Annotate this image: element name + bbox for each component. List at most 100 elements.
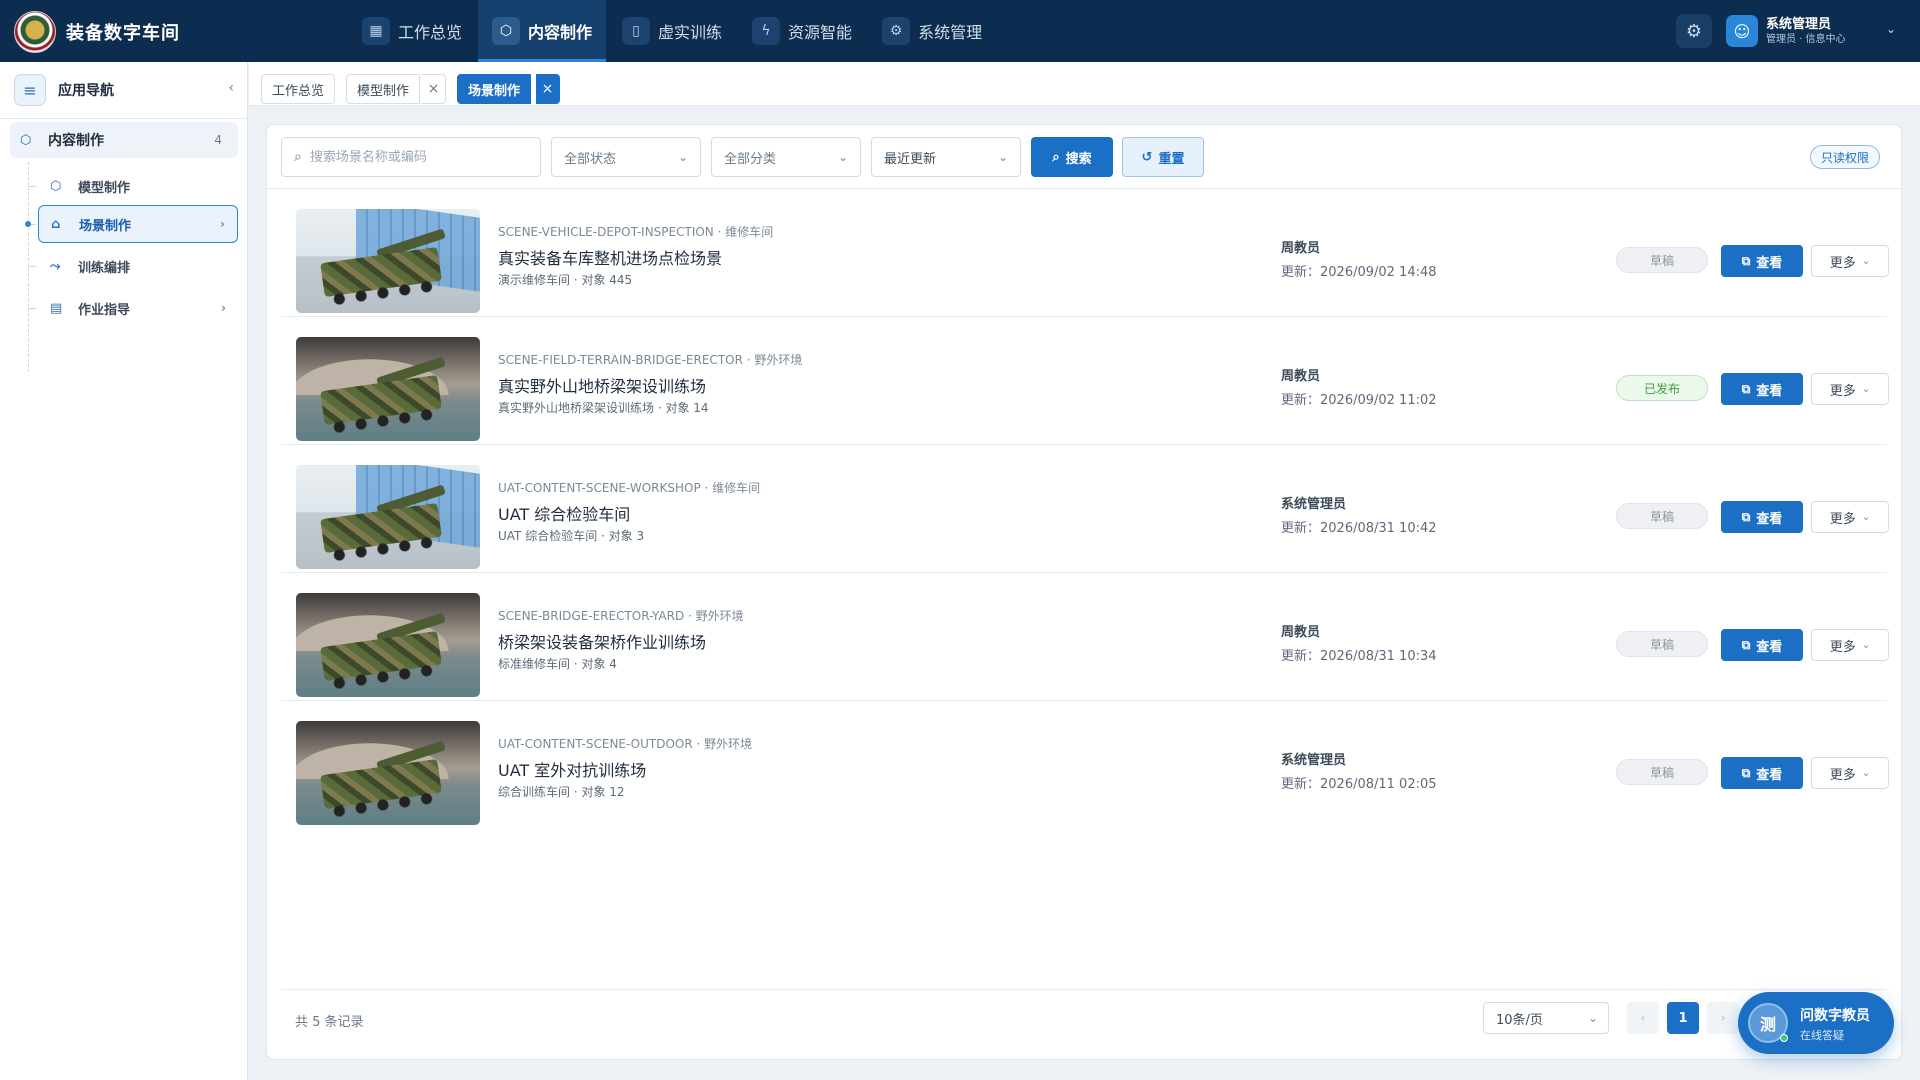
flow-icon: ⤳ (50, 258, 61, 274)
more-button[interactable]: 更多 ⌄ (1811, 373, 1889, 405)
chevron-down-icon: ⌄ (1861, 639, 1871, 651)
sidebar-item-scene-production[interactable]: ⌂ 场景制作 › (38, 205, 238, 243)
nav-overview[interactable]: ▦ 工作总览 (348, 0, 476, 62)
scene-thumbnail[interactable] (296, 337, 480, 441)
view-button[interactable]: ⧉ 查看 (1721, 373, 1803, 405)
chevron-down-icon: ⌄ (1861, 767, 1871, 779)
page-size-select[interactable]: 10条/页 ⌄ (1483, 1002, 1609, 1034)
nav-resource-intelligence[interactable]: ϟ 资源智能 (738, 0, 866, 62)
sidebar-title: 应用导航 (58, 83, 114, 99)
view-button-label: 查看 (1756, 255, 1783, 271)
home-icon: ⌂ (51, 216, 61, 232)
user-menu[interactable]: ☺ 系统管理员 管理员 · 信息中心 (1726, 12, 1846, 50)
settings-button[interactable]: ⚙ (1676, 14, 1712, 48)
chevron-down-icon: ⌄ (677, 150, 688, 164)
user-avatar-icon: ☺ (1726, 15, 1758, 47)
scene-title[interactable]: UAT 室外对抗训练场 (498, 757, 646, 781)
scene-thumbnail[interactable] (296, 209, 480, 313)
nav-virtual-training[interactable]: ▯ 虚实训练 (608, 0, 736, 62)
chevron-down-icon: ⌄ (1861, 255, 1871, 267)
sidebar-group-content-production[interactable]: ⬡ 内容制作 4 (10, 122, 238, 158)
more-button[interactable]: 更多 ⌄ (1811, 757, 1889, 789)
scene-thumbnail[interactable] (296, 593, 480, 697)
search-field[interactable] (309, 149, 520, 165)
status-badge: 草稿 (1616, 759, 1708, 785)
tab-label: 模型制作 (357, 83, 410, 99)
more-button-label: 更多 (1829, 767, 1856, 783)
sidebar-item-label: 模型制作 (78, 180, 131, 196)
search-icon: ⌕ (294, 149, 302, 165)
view-button-label: 查看 (1756, 511, 1783, 527)
online-status-icon (1780, 1034, 1788, 1042)
prev-page-button[interactable]: ‹ (1627, 1002, 1659, 1034)
table-row[interactable]: UAT-CONTENT-SCENE-WORKSHOP · 维修车间 UAT 综合… (281, 445, 1889, 573)
sidebar-item-work-guide[interactable]: ▤ 作业指导 › (38, 289, 238, 327)
readonly-badge: 只读权限 (1810, 145, 1881, 169)
view-button[interactable]: ⧉ 查看 (1721, 757, 1803, 789)
nav-system-management[interactable]: ⚙ 系统管理 (868, 0, 996, 62)
search-button[interactable]: ⌕ 搜索 (1031, 137, 1113, 177)
tab-scene-production[interactable]: 场景制作 (457, 74, 532, 104)
tab-model-production[interactable]: 模型制作 (346, 74, 421, 104)
more-button[interactable]: 更多 ⌄ (1811, 629, 1889, 661)
table-row[interactable]: SCENE-BRIDGE-ERECTOR-YARD · 野外环境 桥梁架设装备架… (281, 573, 1889, 701)
table-row[interactable]: UAT-CONTENT-SCENE-OUTDOOR · 野外环境 UAT 室外对… (281, 701, 1889, 829)
status-select[interactable]: 全部状态 ⌄ (551, 137, 701, 177)
table-row[interactable]: SCENE-FIELD-TERRAIN-BRIDGE-ERECTOR · 野外环… (281, 317, 1889, 445)
scene-title[interactable]: 桥梁架设装备架桥作业训练场 (498, 629, 706, 653)
view-button[interactable]: ⧉ 查看 (1721, 501, 1803, 533)
tree-tick (28, 308, 36, 309)
page-button-current[interactable]: 1 (1667, 1002, 1699, 1034)
assistant-name: 问数字教员 (1800, 1008, 1870, 1024)
next-page-button[interactable]: › (1707, 1002, 1739, 1034)
search-button-label: 搜索 (1065, 151, 1092, 167)
chevron-down-icon[interactable]: ⌄ (1886, 22, 1896, 36)
select-value: 全部分类 (724, 151, 777, 167)
chevron-right-icon: › (220, 217, 225, 231)
menu-button[interactable]: ≡ (14, 74, 46, 106)
gear-icon: ⚙ (882, 17, 911, 45)
scene-title[interactable]: 真实野外山地桥梁架设训练场 (498, 373, 706, 397)
view-button[interactable]: ⧉ 查看 (1721, 245, 1803, 277)
view-button-label: 查看 (1756, 383, 1783, 399)
search-input[interactable]: ⌕ (281, 137, 541, 177)
view-button[interactable]: ⧉ 查看 (1721, 629, 1803, 661)
more-button[interactable]: 更多 ⌄ (1811, 501, 1889, 533)
more-button[interactable]: 更多 ⌄ (1811, 245, 1889, 277)
scene-meta: 演示维修车间 · 对象 445 (498, 273, 633, 287)
scene-thumbnail[interactable] (296, 465, 480, 569)
view-button-label: 查看 (1756, 639, 1783, 655)
assistant-button[interactable]: 测 问数字教员 在线答疑 (1738, 992, 1894, 1054)
document-icon: ▤ (50, 300, 63, 316)
close-icon[interactable]: × (422, 74, 446, 104)
page-size-value: 10条/页 (1496, 1012, 1543, 1028)
reset-button[interactable]: ↺ 重置 (1122, 137, 1204, 177)
grid-icon: ▦ (362, 17, 390, 45)
scene-title[interactable]: 真实装备车库整机进场点检场景 (498, 245, 722, 269)
scene-thumbnail[interactable] (296, 721, 480, 825)
total-records: 共 5 条记录 (295, 1015, 364, 1030)
tab-label: 工作总览 (272, 83, 325, 99)
more-button-label: 更多 (1829, 255, 1856, 271)
category-select[interactable]: 全部分类 ⌄ (711, 137, 861, 177)
chevron-down-icon: ⌄ (837, 150, 848, 164)
more-button-label: 更多 (1829, 383, 1856, 399)
external-link-icon: ⧉ (1741, 765, 1751, 780)
chevron-down-icon: ⌄ (1861, 511, 1871, 523)
sidebar-item-model-production[interactable]: ⬡ 模型制作 (38, 167, 238, 205)
close-icon[interactable]: × (536, 74, 560, 104)
external-link-icon: ⧉ (1741, 509, 1751, 524)
tree-tick (28, 186, 36, 187)
tab-bar: 工作总览 模型制作 × 场景制作 × (249, 62, 1920, 106)
tab-overview[interactable]: 工作总览 (261, 74, 336, 104)
cube-icon: ⬡ (492, 17, 521, 45)
lightning-icon: ϟ (752, 17, 781, 45)
sidebar-item-training-orchestration[interactable]: ⤳ 训练编排 (38, 247, 238, 285)
scene-title[interactable]: UAT 综合检验车间 (498, 501, 630, 525)
nav-label: 资源智能 (788, 23, 853, 42)
sidebar-item-label: 场景制作 (79, 218, 132, 234)
nav-content-production[interactable]: ⬡ 内容制作 (478, 0, 607, 62)
sort-select[interactable]: 最近更新 ⌄ (871, 137, 1021, 177)
collapse-sidebar-icon[interactable]: ‹ (228, 80, 234, 96)
table-row[interactable]: SCENE-VEHICLE-DEPOT-INSPECTION · 维修车间 真实… (281, 189, 1889, 317)
